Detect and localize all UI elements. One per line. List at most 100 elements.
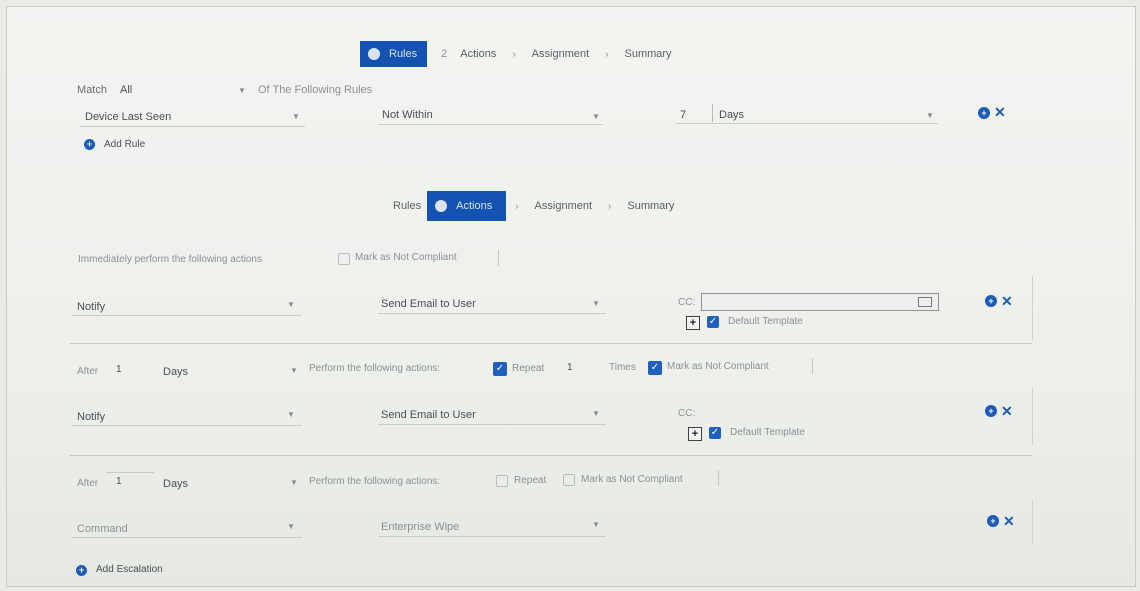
rule-operator-underline [378, 124, 603, 125]
underline [72, 315, 302, 316]
immediate-action-select[interactable]: Send Email to User [381, 298, 476, 310]
chevron-down-icon: ▼ [592, 112, 600, 121]
chevron-down-icon: ▼ [287, 300, 295, 309]
chevron-down-icon: ▼ [290, 478, 298, 487]
divider [718, 470, 719, 486]
add-escalation-link[interactable]: Add Escalation [96, 564, 163, 575]
match-select[interactable]: All [120, 84, 132, 96]
chevron-right-icon: › [512, 48, 516, 60]
esc2-unit-select[interactable]: Days [163, 478, 188, 490]
step-summary-2[interactable]: Summary [620, 191, 681, 221]
add-escalation-icon[interactable]: + [76, 565, 87, 576]
step-rules[interactable]: Rules [360, 41, 428, 67]
mark-not-compliant-checkbox-1[interactable] [338, 253, 350, 265]
step-actions-2-label: Actions [456, 200, 493, 212]
step-assignment[interactable]: Assignment [525, 41, 596, 67]
immediate-action-type-select[interactable]: Notify [77, 301, 105, 313]
rule-field-underline [80, 126, 305, 127]
wizard-stepper-top: Rules 2 Actions › Assignment › Summary [360, 41, 679, 67]
remove-action-x-icon[interactable]: ✕ [1001, 404, 1013, 418]
chevron-down-icon: ▼ [592, 299, 600, 308]
cc-input-1[interactable] [701, 293, 939, 311]
esc1-perform-checkbox[interactable]: ✓ [493, 362, 507, 376]
esc1-after-input[interactable]: 1 [116, 364, 122, 375]
step-actions[interactable]: 2 Actions [427, 41, 503, 67]
add-action-plus-icon[interactable]: + [987, 515, 999, 527]
underline [378, 424, 606, 425]
expand-plus-box-icon[interactable]: + [686, 316, 700, 330]
remove-rule-x-icon[interactable]: ✕ [994, 105, 1006, 119]
esc2-mark-checkbox[interactable] [563, 474, 575, 486]
step-actions-number: 2 [441, 48, 448, 60]
contact-card-icon[interactable] [918, 297, 932, 307]
add-rule-plus-icon[interactable]: + [978, 107, 990, 119]
default-template-checkbox-2[interactable]: ✓ [709, 427, 721, 439]
step-summary-2-label: Summary [627, 200, 675, 212]
esc1-perform-text: Perform the following actions: [309, 363, 441, 374]
step-actions-2[interactable]: Actions [427, 191, 507, 221]
default-template-checkbox-1[interactable]: ✓ [707, 316, 719, 328]
step-rules-2[interactable]: Rules [386, 191, 427, 221]
step-actions-label: Actions [460, 48, 497, 60]
rule-value-divider [712, 104, 713, 122]
esc1-action-type-select[interactable]: Notify [77, 411, 105, 423]
expand-plus-box-icon[interactable]: + [688, 427, 702, 441]
chevron-down-icon: ▼ [287, 522, 295, 531]
chevron-right-icon: › [515, 200, 519, 212]
esc1-repeat-input[interactable]: 1 [567, 362, 573, 373]
esc1-times-label: Times [609, 362, 636, 373]
chevron-down-icon: ▼ [238, 86, 246, 95]
step-rules-2-label: Rules [393, 200, 422, 212]
chevron-right-icon: › [605, 48, 609, 60]
step-assignment-2[interactable]: Assignment [528, 191, 599, 221]
divider [498, 250, 499, 266]
esc2-perform-text: Perform the following actions: [309, 476, 441, 487]
esc1-action-panel [70, 388, 1033, 446]
chevron-down-icon: ▼ [592, 520, 600, 529]
step-summary[interactable]: Summary [618, 41, 679, 67]
step-assignment-2-label: Assignment [534, 200, 593, 212]
immediately-text: Immediately perform the following action… [78, 254, 262, 265]
esc2-after-label: After [77, 478, 99, 489]
add-action-plus-icon[interactable]: + [985, 295, 997, 307]
esc2-after-input[interactable]: 1 [116, 476, 122, 487]
chevron-down-icon: ▼ [290, 366, 298, 375]
mark-not-compliant-label-1: Mark as Not Compliant [355, 252, 457, 263]
chevron-down-icon: ▼ [926, 111, 934, 120]
esc1-unit-select[interactable]: Days [163, 366, 188, 378]
add-rule-link[interactable]: Add Rule [104, 139, 145, 150]
esc1-repeat-label: Repeat [512, 363, 545, 374]
esc2-action-type-select[interactable]: Command [77, 523, 128, 535]
underline [378, 313, 606, 314]
esc1-after-label: After [77, 366, 99, 377]
rule-unit-select[interactable]: Days [719, 109, 744, 121]
step-rules-indicator-icon [368, 48, 380, 60]
esc1-action-select[interactable]: Send Email to User [381, 409, 476, 421]
cc-label-1: CC: [678, 297, 696, 308]
chevron-down-icon: ▼ [592, 409, 600, 418]
following-rules-text: Of The Following Rules [258, 84, 373, 96]
divider [812, 358, 813, 374]
remove-action-x-icon[interactable]: ✕ [1001, 294, 1013, 308]
esc2-perform-checkbox[interactable] [496, 475, 508, 487]
default-template-label-1: Default Template [728, 316, 803, 327]
remove-action-x-icon[interactable]: ✕ [1003, 514, 1015, 528]
rule-field-select[interactable]: Device Last Seen [85, 111, 171, 123]
wizard-stepper-actions: Rules Actions › Assignment › Summary [386, 191, 681, 221]
esc2-after-underline [106, 472, 154, 473]
esc1-mark-checkbox[interactable]: ✓ [648, 361, 662, 375]
default-template-label-2: Default Template [730, 427, 805, 438]
cc-label-2: CC: [678, 408, 696, 419]
esc2-action-select[interactable]: Enterprise Wipe [381, 521, 459, 533]
underline [378, 536, 606, 537]
step-actions-indicator-icon [435, 200, 448, 212]
esc2-repeat-label: Repeat [514, 475, 547, 486]
rule-operator-select[interactable]: Not Within [382, 109, 433, 121]
add-rule-icon[interactable]: + [84, 139, 95, 150]
step-assignment-label: Assignment [531, 48, 590, 60]
rule-value-input[interactable]: 7 [680, 109, 686, 121]
underline [72, 425, 302, 426]
chevron-down-icon: ▼ [287, 410, 295, 419]
add-action-plus-icon[interactable]: + [985, 405, 997, 417]
match-label: Match [77, 84, 107, 96]
